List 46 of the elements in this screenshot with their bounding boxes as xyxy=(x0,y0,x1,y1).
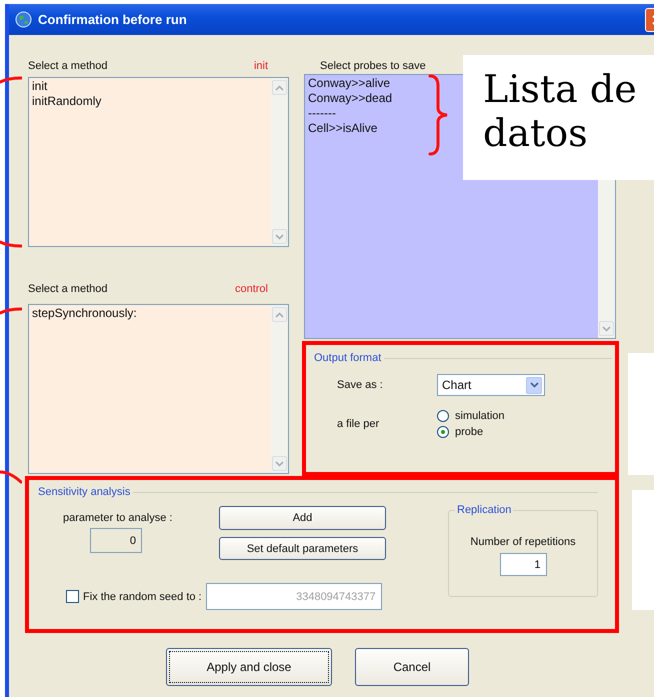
group-title: Replication xyxy=(455,504,514,516)
window-title: Confirmation before run xyxy=(38,12,188,27)
list-item[interactable]: init xyxy=(32,79,48,94)
list-item[interactable]: Conway>>dead xyxy=(308,91,392,106)
scroll-up-icon xyxy=(275,312,284,318)
group-title: Output format xyxy=(314,352,612,364)
scroll-down-icon xyxy=(275,460,284,466)
field-label: Number of repetitions xyxy=(470,536,576,548)
field-label: Save as : xyxy=(337,379,384,391)
radio-button[interactable] xyxy=(437,426,449,438)
list-item[interactable]: initRandomly xyxy=(32,94,102,109)
cancel-button[interactable]: Cancel xyxy=(355,648,469,686)
scrollbar[interactable] xyxy=(271,78,288,246)
list-item[interactable]: Conway>>alive xyxy=(308,76,390,91)
method-list[interactable]: init initRandomly xyxy=(28,77,289,247)
method-tag: init xyxy=(254,59,268,73)
repetitions-field[interactable]: 1 xyxy=(500,553,546,576)
checkbox-label: Fix the random seed to : xyxy=(83,590,202,602)
parameter-field[interactable]: 0 xyxy=(90,528,142,553)
method-tag: control xyxy=(234,282,268,296)
default-parameters-button[interactable]: Set default parameters xyxy=(219,537,386,560)
globe-icon xyxy=(15,11,32,28)
add-button[interactable]: Add xyxy=(219,506,386,530)
annotation-tooltip: Lista de datos xyxy=(463,55,654,180)
field-label: a file per xyxy=(337,418,380,430)
scroll-up-icon xyxy=(275,84,284,90)
list-item[interactable]: Cell>>isAlive xyxy=(308,121,378,136)
apply-button[interactable]: Apply and close xyxy=(166,648,332,686)
list-label: Select a method xyxy=(28,282,108,296)
method-list[interactable]: stepSynchronously: xyxy=(28,304,289,474)
group-title: Sensitivity analysis xyxy=(38,486,598,498)
field-label: parameter to analyse : xyxy=(63,512,174,524)
radio-label: simulation xyxy=(455,410,505,422)
bracket-mark xyxy=(0,470,22,484)
list-item[interactable]: stepSynchronously: xyxy=(32,306,137,321)
format-dropdown[interactable]: Chart xyxy=(437,374,545,396)
scroll-down-icon xyxy=(275,234,284,240)
radio-button[interactable] xyxy=(437,410,449,422)
scrollbar[interactable] xyxy=(271,305,288,473)
checkbox[interactable] xyxy=(66,590,79,603)
list-label: Select a method xyxy=(28,59,108,73)
radio-label: probe xyxy=(455,426,484,438)
list-item[interactable]: ------- xyxy=(308,106,336,121)
list-label: Select probes to save xyxy=(320,59,426,73)
scroll-down-icon xyxy=(602,326,611,332)
bracket-mark xyxy=(0,307,22,315)
